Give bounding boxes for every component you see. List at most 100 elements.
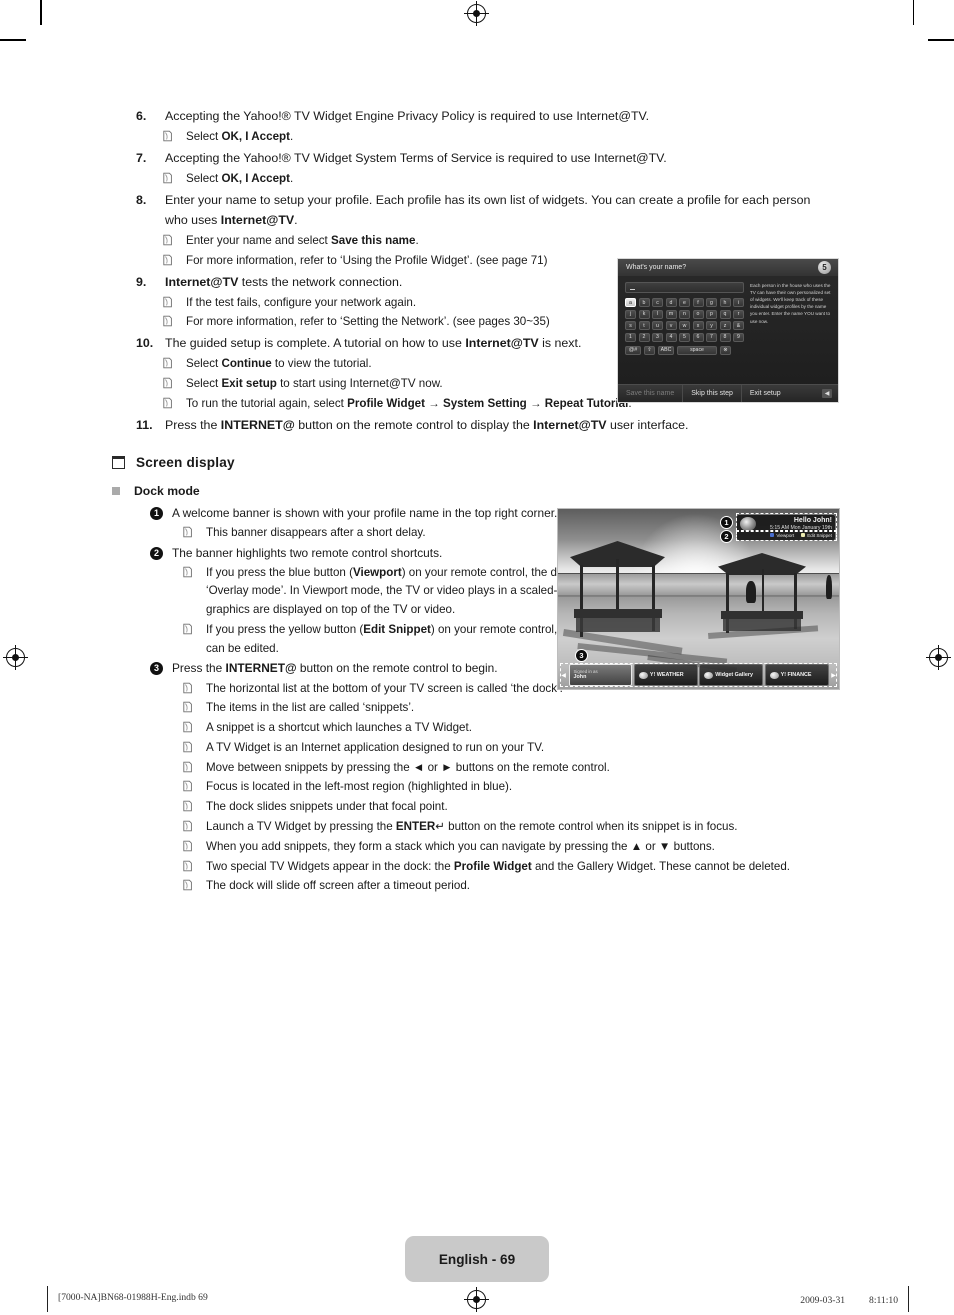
key-f[interactable]: f	[692, 298, 704, 307]
dock-snippet-3[interactable]: Y! FINANCE	[764, 664, 829, 686]
dock-snippet-0[interactable]: Signed in as John	[568, 664, 633, 686]
keyboard-row[interactable]: jklmnopqr	[625, 309, 744, 319]
key-8[interactable]: 8	[719, 332, 731, 342]
key-j[interactable]: j	[625, 309, 636, 319]
manual-page: 6. Accepting the Yahoo!® TV Widget Engine…	[0, 0, 954, 1315]
callout-marker-1: 1	[720, 516, 733, 529]
shortcut-viewport-label: Viewport	[776, 532, 795, 538]
step-text: Press the INTERNET@ button on the remote…	[165, 417, 689, 432]
banner-greeting: Hello John!	[793, 517, 832, 524]
name-input[interactable]	[625, 282, 744, 293]
keyboard-row[interactable]: 123456789	[625, 332, 744, 342]
key-u[interactable]: u	[652, 321, 663, 330]
dock-right-arrow-icon[interactable]: ▶	[830, 664, 837, 686]
key-h[interactable]: h	[719, 298, 731, 307]
weather-icon	[638, 671, 648, 679]
dialog-description: Each person in the house who uses the TV…	[750, 283, 831, 324]
key-c[interactable]: c	[652, 298, 663, 307]
keyboard-function-row[interactable]: @# ⇧ ABC space ⊗	[625, 345, 744, 355]
key-a[interactable]: a	[625, 298, 636, 307]
note-icon	[182, 566, 206, 622]
note-item: Launch a TV Widget by pressing the ENTER…	[182, 818, 836, 837]
exit-setup-button[interactable]: Exit setup	[742, 385, 789, 402]
note-text: The dock will slide off screen after a t…	[206, 879, 470, 893]
note-icon	[162, 377, 186, 396]
key-9[interactable]: 9	[733, 332, 744, 342]
key-o[interactable]: o	[692, 309, 704, 319]
key-n[interactable]: n	[679, 309, 690, 319]
key-v[interactable]: v	[665, 321, 677, 330]
key-r[interactable]: r	[733, 309, 744, 319]
shortcut-edit-snippet-label: Edit Snippet	[807, 532, 832, 538]
note-item: A snippet is a shortcut which launches a…	[182, 719, 836, 738]
note-icon	[162, 234, 186, 253]
note-pencil-icon	[182, 566, 193, 578]
note-pencil-icon	[182, 741, 193, 753]
keyboard-row[interactable]: abcdefghi	[625, 298, 744, 307]
key-4[interactable]: 4	[665, 332, 677, 342]
step-text: Accepting the Yahoo!® TV Widget System T…	[165, 150, 667, 165]
key-x[interactable]: x	[692, 321, 704, 330]
save-this-name-button[interactable]: Save this name	[618, 385, 684, 402]
shortcut-viewport[interactable]: Viewport	[770, 533, 794, 538]
key-2[interactable]: 2	[638, 332, 650, 342]
symbols-key[interactable]: @#	[625, 345, 641, 355]
dock-left-arrow-icon[interactable]: ◀	[560, 664, 567, 686]
note-pencil-icon	[182, 623, 193, 635]
beach-hut-left	[570, 541, 665, 646]
key-k[interactable]: k	[638, 309, 650, 319]
space-key[interactable]: space	[677, 345, 717, 355]
back-arrow-icon[interactable]: ◀	[822, 389, 832, 398]
key-s[interactable]: s	[625, 321, 636, 330]
abc-key[interactable]: ABC	[658, 345, 674, 355]
keyboard-row[interactable]: s t u v w x y z &	[625, 321, 744, 330]
key-l[interactable]: l	[652, 309, 663, 319]
key-y[interactable]: y	[706, 321, 717, 330]
note-item: The items in the list are called ‘snippe…	[182, 699, 836, 718]
key-b[interactable]: b	[638, 298, 650, 307]
numbered-step: 8. Enter your name to setup your profile.…	[136, 190, 836, 230]
key-1[interactable]: 1	[625, 332, 636, 342]
dialog-footer: Save this name Skip this step Exit setup…	[618, 384, 838, 402]
key-q[interactable]: q	[719, 309, 731, 319]
emphasis: Internet@TV	[165, 274, 239, 289]
key-e[interactable]: e	[679, 298, 690, 307]
key-p[interactable]: p	[706, 309, 717, 319]
step-number: 8.	[136, 192, 147, 207]
key-7[interactable]: 7	[706, 332, 717, 342]
shortcut-edit-snippet[interactable]: Edit Snippet	[801, 533, 832, 538]
note-pencil-icon	[162, 234, 173, 246]
instruction-content: 6. Accepting the Yahoo!® TV Widget Engine…	[112, 106, 836, 897]
keyboard-rows[interactable]: a b c d e f g h i j k l m n o p q r s t u v w x y z & 1 2 3 4 5 6 7 8 9	[625, 298, 744, 342]
key-t[interactable]: t	[638, 321, 650, 330]
note-pencil-icon	[182, 780, 193, 792]
note-icon	[182, 741, 206, 760]
key-6[interactable]: 6	[692, 332, 704, 342]
note-pencil-icon	[182, 526, 193, 538]
key-3[interactable]: 3	[652, 332, 663, 342]
key-&[interactable]: &	[733, 321, 744, 330]
emphasis: Viewport	[352, 565, 402, 579]
key-w[interactable]: w	[679, 321, 690, 330]
emphasis: Edit Snippet	[363, 622, 431, 636]
key-g[interactable]: g	[706, 298, 717, 307]
dock-snippets[interactable]: Signed in as John Y! WEATHER Widget Gallery…	[568, 664, 829, 686]
key-d[interactable]: d	[665, 298, 677, 307]
dock-snippet-2[interactable]: Widget Gallery	[699, 664, 764, 686]
dock-snippet-1[interactable]: Y! WEATHER	[633, 664, 698, 686]
note-pencil-icon	[182, 701, 193, 713]
key-i[interactable]: i	[733, 298, 744, 307]
note-item: Two special TV Widgets appear in the doc…	[182, 858, 836, 877]
shift-key[interactable]: ⇧	[644, 345, 655, 355]
key-z[interactable]: z	[719, 321, 731, 330]
section-heading: Screen display	[112, 455, 836, 470]
key-m[interactable]: m	[665, 309, 677, 319]
dock-bar[interactable]: ◀ Signed in as John Y! WEATHER Widget Galle…	[560, 664, 837, 686]
emphasis: Save this name	[331, 233, 416, 247]
key-5[interactable]: 5	[679, 332, 690, 342]
emphasis: Internet@TV	[465, 336, 539, 351]
skip-this-step-button[interactable]: Skip this step	[683, 385, 742, 402]
person-walking	[826, 575, 832, 599]
onscreen-keyboard[interactable]: a b c d e f g h i j k l m n o p q r s t u v w x y z & 1 2 3 4 5 6 7 8 9 @# …	[625, 282, 744, 357]
backspace-key[interactable]: ⊗	[720, 345, 731, 355]
